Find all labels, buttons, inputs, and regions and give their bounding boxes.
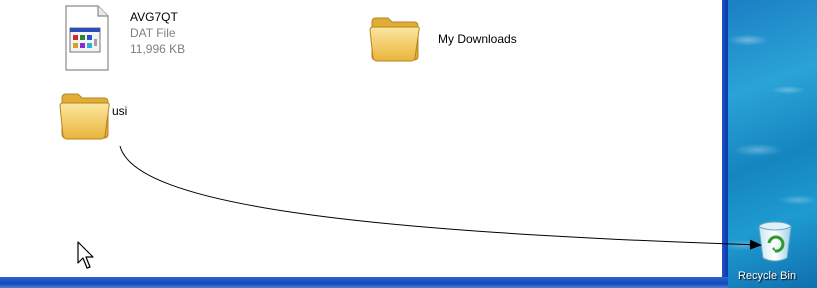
folder-item-usi[interactable]: usi <box>58 88 178 148</box>
file-size-label: 11,996 KB <box>130 42 186 56</box>
dat-file-icon <box>62 4 112 77</box>
recycle-bin-icon <box>752 218 798 269</box>
screen: AVG7QT DAT File 11,996 KB My Downloads u… <box>0 0 817 288</box>
folder-name-label: usi <box>112 104 128 118</box>
folder-item-my-downloads[interactable]: My Downloads <box>368 12 558 72</box>
explorer-content-pane: AVG7QT DAT File 11,996 KB My Downloads u… <box>0 0 724 277</box>
folder-icon <box>368 12 422 69</box>
folder-name-label: My Downloads <box>438 32 517 46</box>
recycle-bin-label: Recycle Bin <box>738 270 797 282</box>
window-frame-bottom <box>0 277 728 288</box>
recycle-bin[interactable] <box>752 218 812 266</box>
file-item-avg7qt[interactable]: AVG7QT DAT File 11,996 KB <box>60 4 220 74</box>
file-type-label: DAT File <box>130 26 176 40</box>
folder-icon <box>58 88 112 147</box>
file-name-label: AVG7QT <box>130 10 178 24</box>
mouse-pointer-icon <box>77 241 94 269</box>
